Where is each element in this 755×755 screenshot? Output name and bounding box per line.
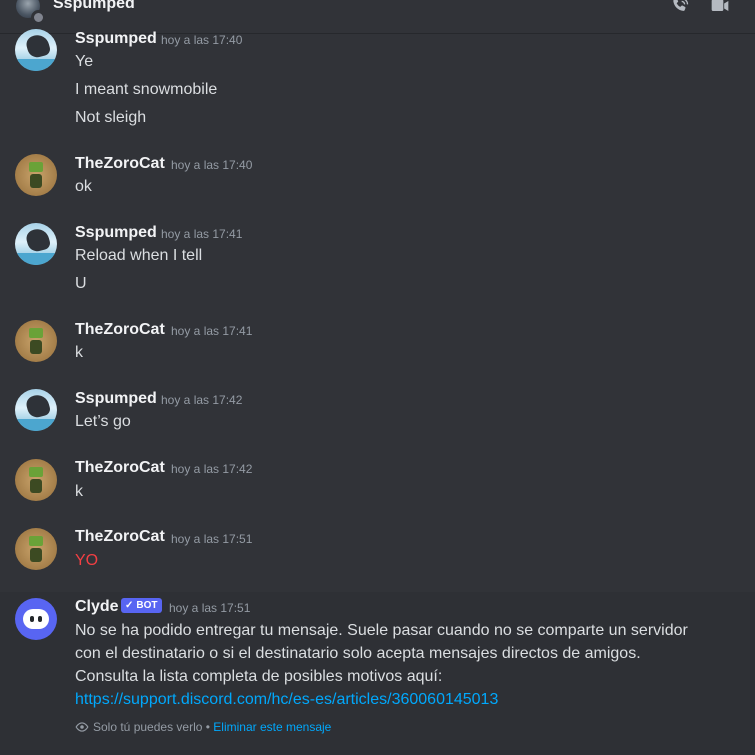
message-content: Ye [75,53,94,70]
message-content: k [75,344,83,361]
dismiss-message-link[interactable]: Eliminar este mensaje [213,720,331,734]
message-content: Reload when I tell [75,247,203,264]
message-author[interactable]: Sspumped [75,390,157,408]
avatar[interactable] [15,29,57,71]
avatar[interactable] [15,389,57,431]
chat-header: Sspumped [0,0,755,34]
message-author[interactable]: Sspumped [75,30,157,48]
message-timestamp: hoy a las 17:42 [161,393,243,407]
message-content: con el destinatario o si el destinatario… [75,645,641,662]
message-timestamp: hoy a las 17:42 [171,462,253,476]
message-content: k [75,483,83,500]
message-author[interactable]: Clyde [75,598,119,616]
message-timestamp: hoy a las 17:51 [171,532,253,546]
eye-icon [75,722,89,732]
phone-call-icon[interactable] [668,0,692,16]
separator: • [205,720,210,734]
avatar[interactable] [15,154,57,196]
message-content: Not sleigh [75,109,147,126]
message-author[interactable]: TheZoroCat [75,459,165,477]
message-timestamp: hoy a las 17:41 [171,324,253,338]
message-content: U [75,275,87,292]
message-timestamp: hoy a las 17:51 [169,601,251,615]
ephemeral-note: Solo tú puedes verlo • Eliminar este men… [75,720,331,734]
video-call-icon[interactable] [708,0,732,16]
message-author[interactable]: TheZoroCat [75,528,165,546]
message-content: YO [75,552,99,569]
message-author[interactable]: TheZoroCat [75,321,165,339]
message-content: No se ha podido entregar tu mensaje. Sue… [75,622,688,639]
message-timestamp: hoy a las 17:40 [171,158,253,172]
bot-badge-label: BOT [136,600,158,611]
clyde-avatar[interactable] [15,598,57,640]
avatar[interactable] [15,528,57,570]
avatar[interactable] [15,223,57,265]
message-content: Let’s go [75,413,131,430]
message-content: Consulta la lista completa de posibles m… [75,668,443,685]
ephemeral-note-text: Solo tú puedes verlo [93,720,203,734]
message-author[interactable]: TheZoroCat [75,155,165,173]
channel-title: Sspumped [53,0,135,12]
message-timestamp: hoy a las 17:41 [161,227,243,241]
clyde-bot-icon [23,609,49,629]
message-author[interactable]: Sspumped [75,224,157,242]
message-content: I meant snowmobile [75,81,218,98]
verified-check-icon: ✓ [125,600,134,611]
offline-status-icon [31,10,46,25]
bot-badge: ✓ BOT [121,598,162,613]
avatar[interactable] [15,459,57,501]
message-timestamp: hoy a las 17:40 [161,33,243,47]
message-content: ok [75,178,92,195]
avatar[interactable] [15,320,57,362]
support-link[interactable]: https://support.discord.com/hc/es-es/art… [75,691,498,709]
